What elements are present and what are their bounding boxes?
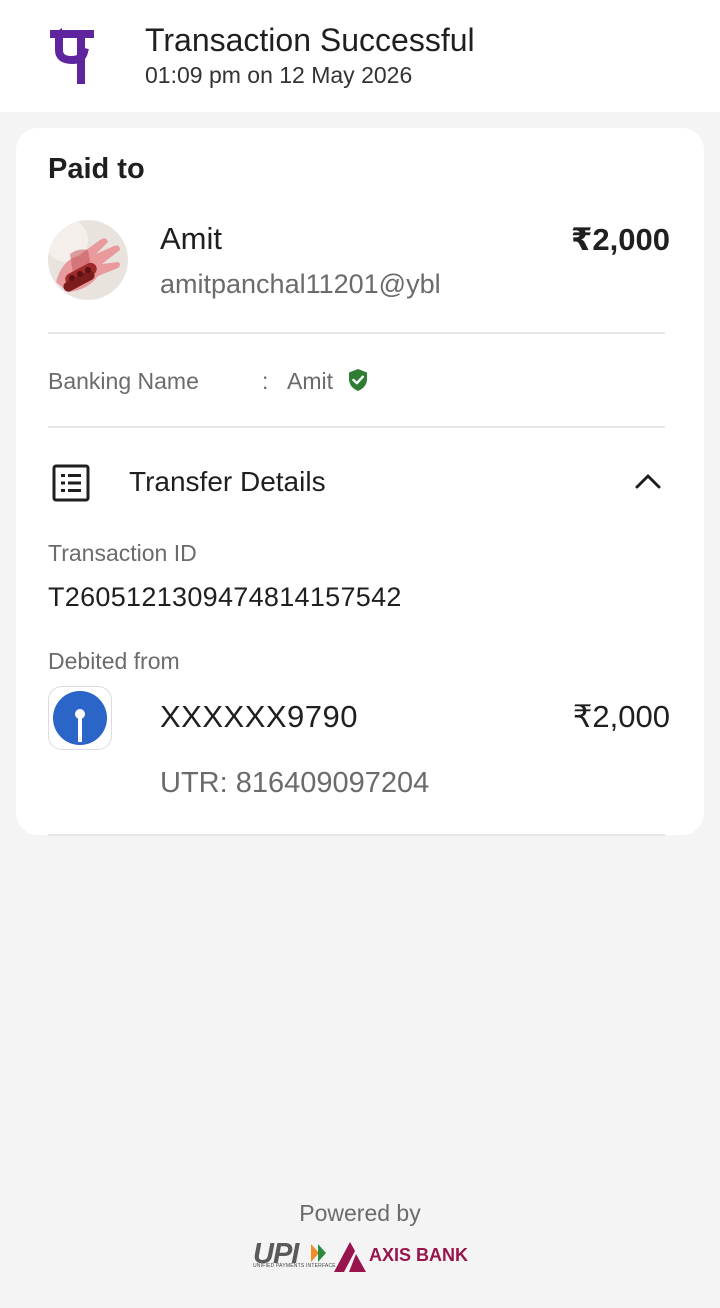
avatar-photo-icon xyxy=(48,220,128,300)
payee-upi-id: amitpanchal11201@ybl xyxy=(160,269,441,299)
footer-logos: UPI UNIFIED PAYMENTS INTERFACE AXIS BANK xyxy=(253,1238,468,1274)
divider xyxy=(48,426,665,428)
page-title: Transaction Successful xyxy=(145,22,475,58)
powered-by-label: Powered by xyxy=(299,1200,421,1226)
divider xyxy=(48,332,665,334)
axis-bank-logo-text: AXIS BANK xyxy=(369,1245,469,1265)
axis-bank-logo-icon xyxy=(334,1242,366,1272)
transaction-timestamp: 01:09 pm on 12 May 2026 xyxy=(145,62,413,88)
divider xyxy=(48,834,665,836)
debited-account-number: XXXXXX9790 xyxy=(160,699,359,734)
debited-from-label: Debited from xyxy=(48,648,180,674)
debited-amount: ₹2,000 xyxy=(572,699,670,734)
paid-to-label: Paid to xyxy=(48,153,145,185)
payee-name: Amit xyxy=(160,221,222,256)
transfer-details-label: Transfer Details xyxy=(129,466,326,497)
chevron-up-icon[interactable] xyxy=(634,471,662,491)
verified-shield-icon xyxy=(349,369,367,391)
banking-name-label: Banking Name xyxy=(48,368,199,394)
upi-arrow-icon xyxy=(311,1244,326,1262)
banking-name-value: Amit xyxy=(287,368,333,394)
list-icon xyxy=(52,464,90,502)
paid-amount: ₹2,000 xyxy=(570,222,670,257)
transfer-details-toggle[interactable]: Transfer Details xyxy=(16,446,704,520)
bank-logo xyxy=(48,686,112,750)
sbi-bank-icon xyxy=(53,691,107,745)
payee-avatar[interactable] xyxy=(48,220,128,300)
phonepe-logo-icon xyxy=(50,28,94,84)
banking-name-separator: : xyxy=(262,368,269,394)
transaction-id-label: Transaction ID xyxy=(48,540,197,566)
transaction-card: Paid to Amit amitpanchal11201@ybl ₹2,000… xyxy=(16,128,704,835)
utr-number[interactable]: UTR: 816409097204 xyxy=(160,767,429,800)
app-header: Transaction Successful 01:09 pm on 12 Ma… xyxy=(0,0,720,112)
transaction-id-value[interactable]: T2605121309474814157542 xyxy=(48,582,402,613)
